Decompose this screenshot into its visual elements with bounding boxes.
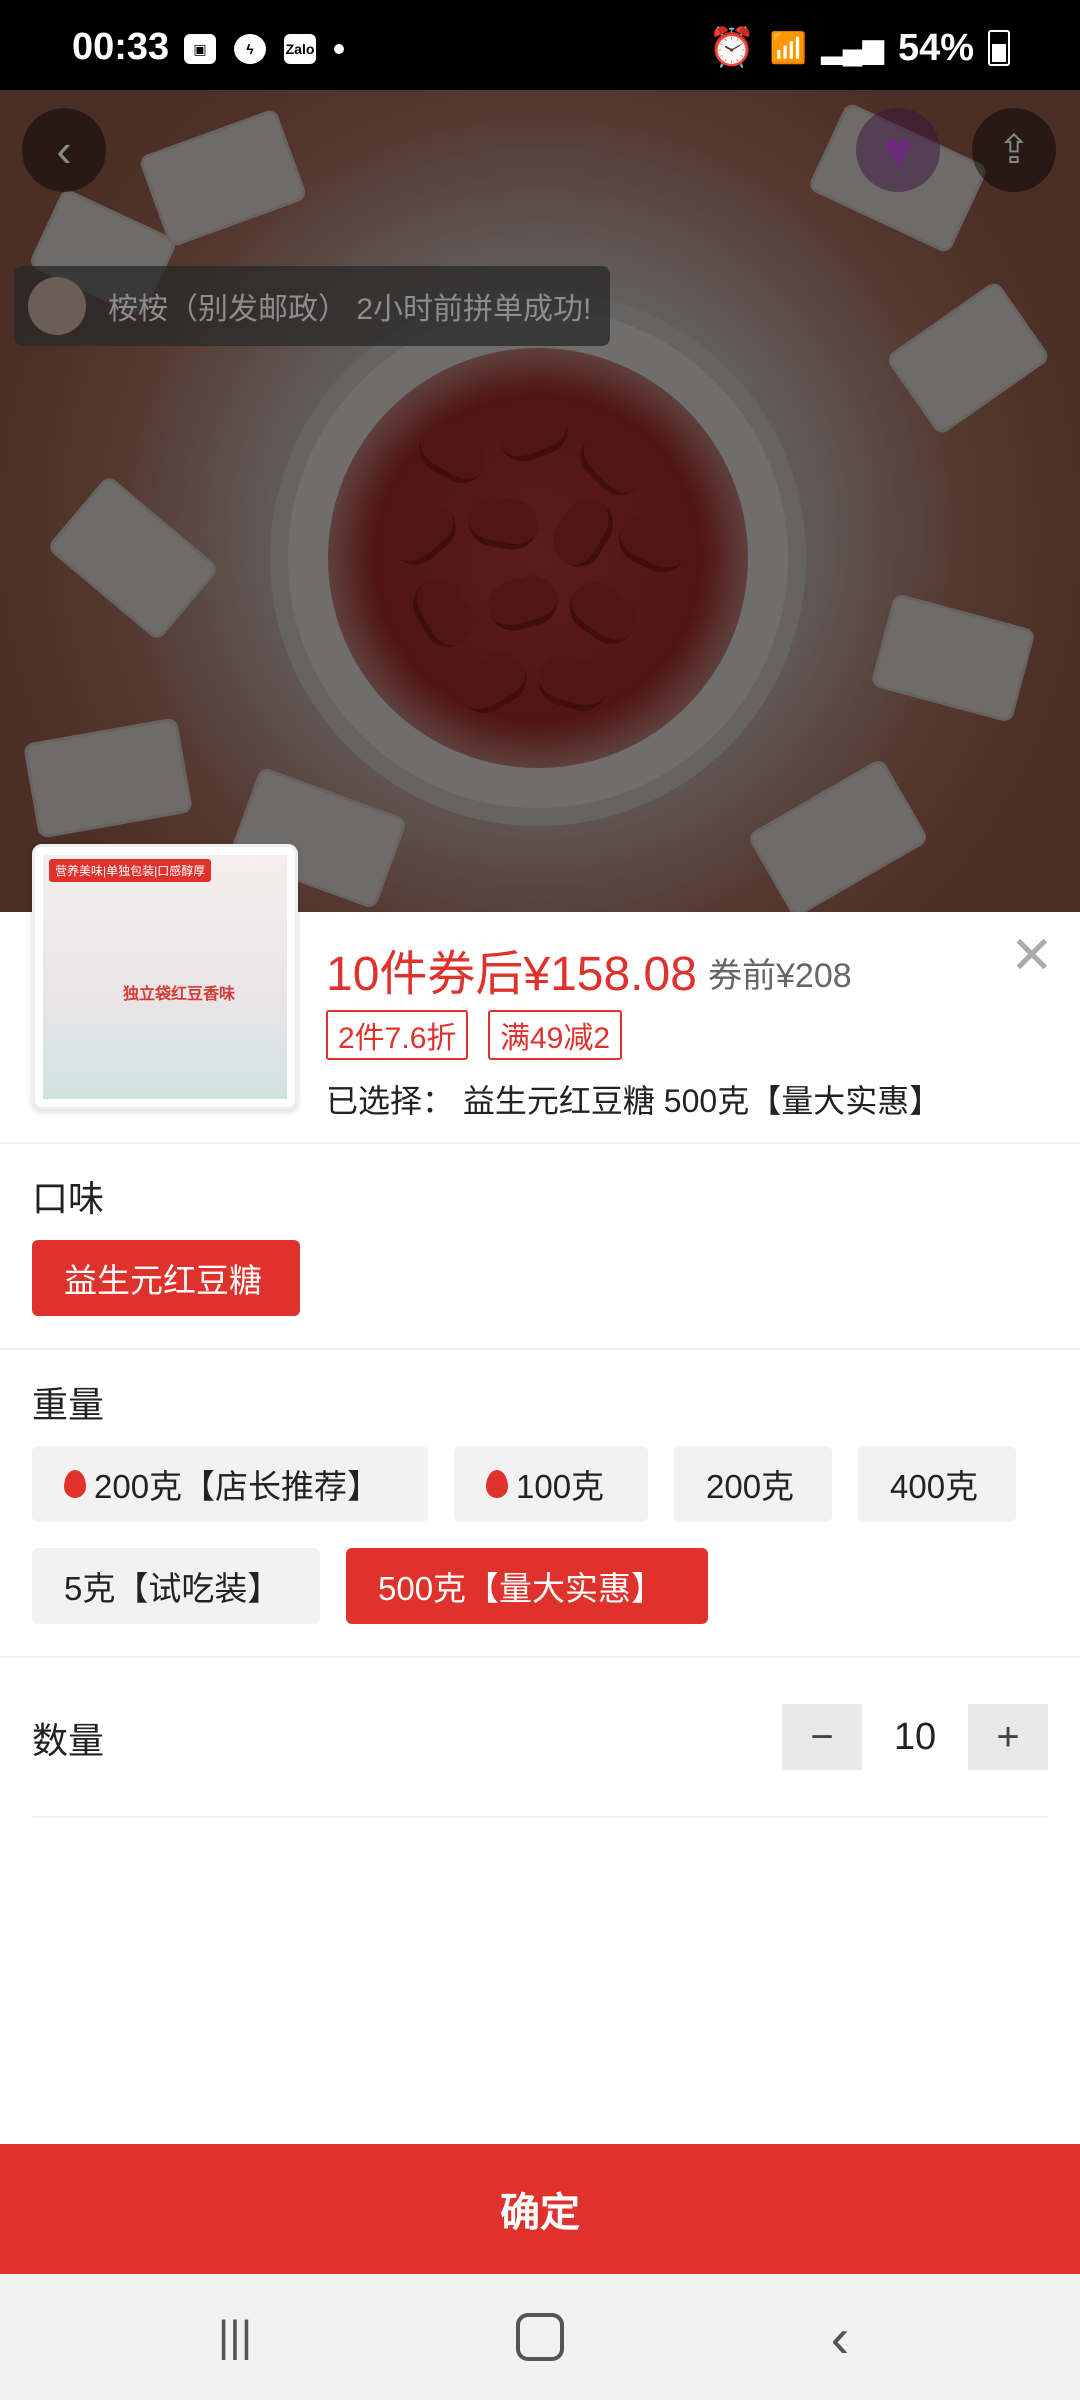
promo-badge-discount: 2件7.6折: [326, 1010, 469, 1060]
divider: [0, 1348, 1080, 1350]
more-notifications-dot: [334, 44, 344, 54]
option-label: 200克【店长推荐】: [94, 1468, 381, 1505]
flavor-option-probiotic-red-bean[interactable]: 益生元红豆糖: [32, 1240, 300, 1316]
promo-badge-reduction: 满49减2: [488, 1010, 623, 1060]
weight-title: 重量: [32, 1384, 105, 1425]
signal-icon: ▂▄▆: [821, 32, 884, 64]
close-button[interactable]: ✕: [1010, 930, 1054, 982]
option-label: 益生元红豆糖: [64, 1262, 262, 1299]
option-label: 100克: [516, 1468, 605, 1505]
share-icon: ⇪: [997, 128, 1031, 172]
weight-option-500g-value[interactable]: 500克【量大实惠】: [346, 1548, 708, 1624]
status-bar: 00:33 ▣ ϟ Zalo ⏰ 📶 ▂▄▆ 54%: [0, 0, 1080, 90]
messenger-icon: ϟ: [234, 34, 266, 64]
weight-option-100g[interactable]: 100克: [454, 1446, 648, 1522]
group-buy-toast: 桉桉（别发邮政） 2小时前拼单成功!: [14, 266, 610, 346]
quantity-increase-button[interactable]: +: [968, 1704, 1048, 1770]
weight-option-200g[interactable]: 200克: [674, 1446, 832, 1522]
option-label: 200克: [706, 1468, 795, 1505]
divider: [32, 1816, 1048, 1818]
alarm-icon: ⏰: [708, 27, 756, 69]
heart-logo-icon: ♥: [883, 122, 913, 178]
back-icon: ‹: [830, 2305, 850, 2369]
home-button[interactable]: [512, 2313, 568, 2361]
selected-summary: 已选择： 益生元红豆糖 500克【量大实惠】: [326, 1076, 941, 1122]
minus-icon: −: [810, 1714, 834, 1759]
share-button[interactable]: ⇪: [972, 108, 1056, 192]
divider: [0, 1142, 1080, 1144]
battery-level: 54%: [897, 26, 974, 69]
option-label: 500克【量大实惠】: [378, 1570, 665, 1607]
back-nav-button[interactable]: ‹: [820, 2306, 860, 2369]
status-time: 00:33: [72, 26, 170, 68]
brand-button[interactable]: ♥: [856, 108, 940, 192]
confirm-button[interactable]: 确定: [0, 2144, 1080, 2274]
hot-flame-icon: [64, 1470, 86, 1498]
weight-option-400g[interactable]: 400克: [858, 1446, 1016, 1522]
weight-option-200g-recommended[interactable]: 200克【店长推荐】: [32, 1446, 428, 1522]
product-image: ‹ ♥ ⇪ 桉桉（别发邮政） 2小时前拼单成功!: [0, 90, 1080, 912]
confirm-label: 确定: [500, 2191, 580, 2235]
toast-text: 桉桉（别发邮政） 2小时前拼单成功!: [108, 293, 592, 326]
option-label: 400克: [890, 1468, 979, 1505]
notification-icons: ▣ ϟ Zalo: [184, 34, 344, 64]
flavor-title: 口味: [32, 1178, 105, 1219]
quantity-title: 数量: [32, 1720, 105, 1761]
zalo-icon: Zalo: [284, 34, 316, 64]
zalo-icon-label: Zalo: [285, 41, 315, 57]
close-icon: ✕: [1010, 927, 1054, 985]
divider: [0, 1656, 1080, 1658]
hot-flame-icon: [486, 1470, 508, 1498]
chevron-left-icon: ‹: [56, 124, 72, 176]
system-nav-bar: ||| ‹: [0, 2274, 1080, 2400]
image-icon: ▣: [184, 34, 216, 64]
recent-apps-button[interactable]: |||: [210, 2312, 260, 2361]
weight-option-5g-trial[interactable]: 5克【试吃装】: [32, 1548, 320, 1624]
avatar: [28, 277, 86, 335]
selected-label: 已选择：: [326, 1083, 455, 1119]
selected-value: 益生元红豆糖 500克【量大实惠】: [462, 1083, 942, 1119]
dim-overlay[interactable]: [0, 90, 1080, 912]
back-button[interactable]: ‹: [22, 108, 106, 192]
home-icon: [516, 2313, 564, 2361]
product-thumbnail[interactable]: 营养美味|单独包装|口感醇厚 独立袋红豆香味: [32, 844, 298, 1110]
original-price: 券前¥208: [708, 957, 852, 995]
system-icons: ⏰ 📶 ▂▄▆ 54%: [708, 26, 1010, 70]
recent-apps-icon: |||: [217, 2312, 253, 2361]
plus-icon: +: [996, 1714, 1020, 1759]
option-label: 5克【试吃装】: [64, 1570, 281, 1607]
sku-selector-sheet: 营养美味|单独包装|口感醇厚 独立袋红豆香味 10件券后¥158.08 券前¥2…: [0, 844, 1080, 2272]
quantity-decrease-button[interactable]: −: [782, 1704, 862, 1770]
wifi-icon: 📶: [769, 31, 808, 65]
thumbnail-tag: 营养美味|单独包装|口感醇厚: [49, 859, 212, 882]
coupon-price: 10件券后¥158.08: [326, 948, 697, 1001]
quantity-value[interactable]: 10: [880, 1716, 950, 1759]
thumbnail-label: 独立袋红豆香味: [123, 986, 236, 1003]
battery-icon: [988, 30, 1010, 66]
